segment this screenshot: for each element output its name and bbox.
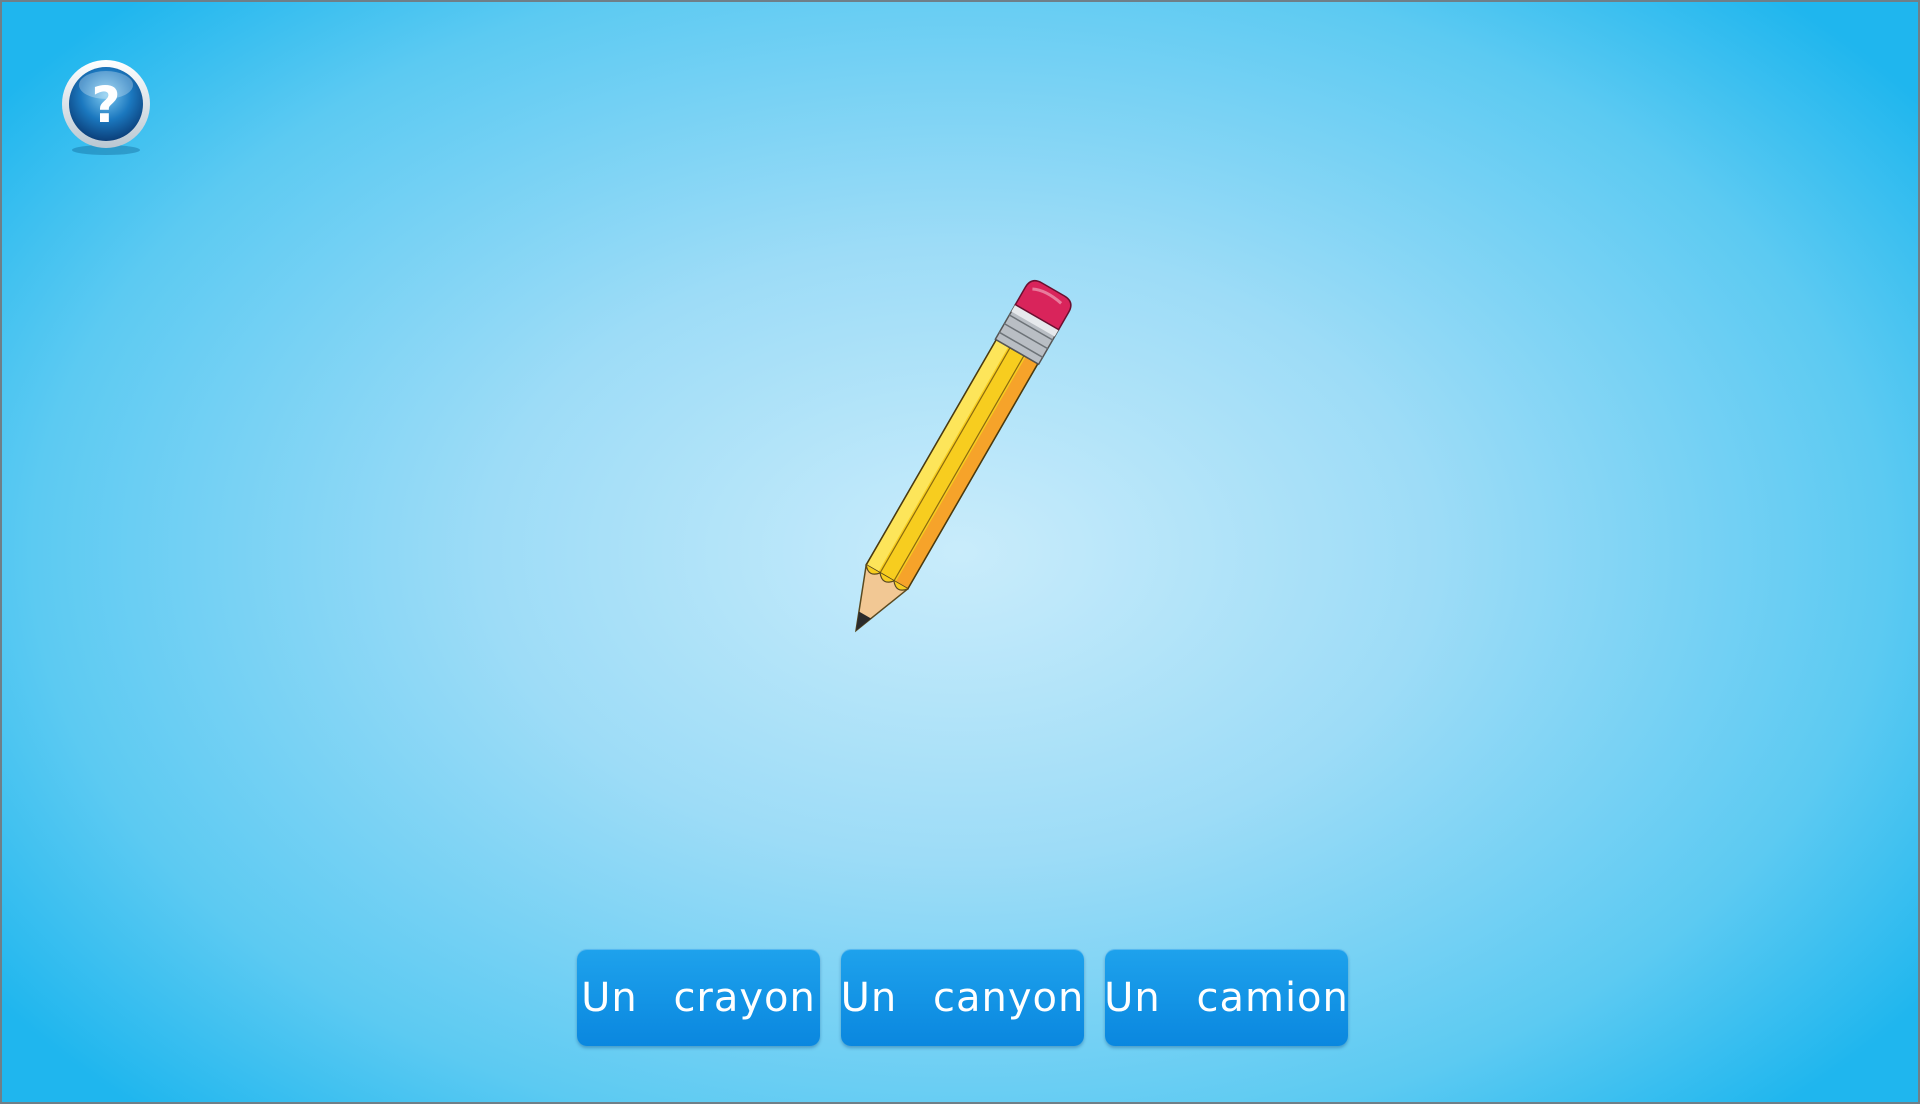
answer-button-camion[interactable]: Un camion xyxy=(1104,949,1348,1046)
quiz-screen: ? Un crayon Un canyon Un camion xyxy=(0,0,1920,1104)
answer-button-crayon[interactable]: Un crayon xyxy=(577,949,820,1046)
help-symbol: ? xyxy=(91,76,120,134)
pencil-icon xyxy=(854,279,1072,633)
help-question-icon: ? xyxy=(62,60,150,155)
answer-choices: Un crayon Un canyon Un camion xyxy=(577,949,1348,1046)
answer-button-canyon[interactable]: Un canyon xyxy=(841,949,1084,1046)
help-button[interactable]: ? xyxy=(60,58,152,155)
question-picture xyxy=(832,237,1092,657)
